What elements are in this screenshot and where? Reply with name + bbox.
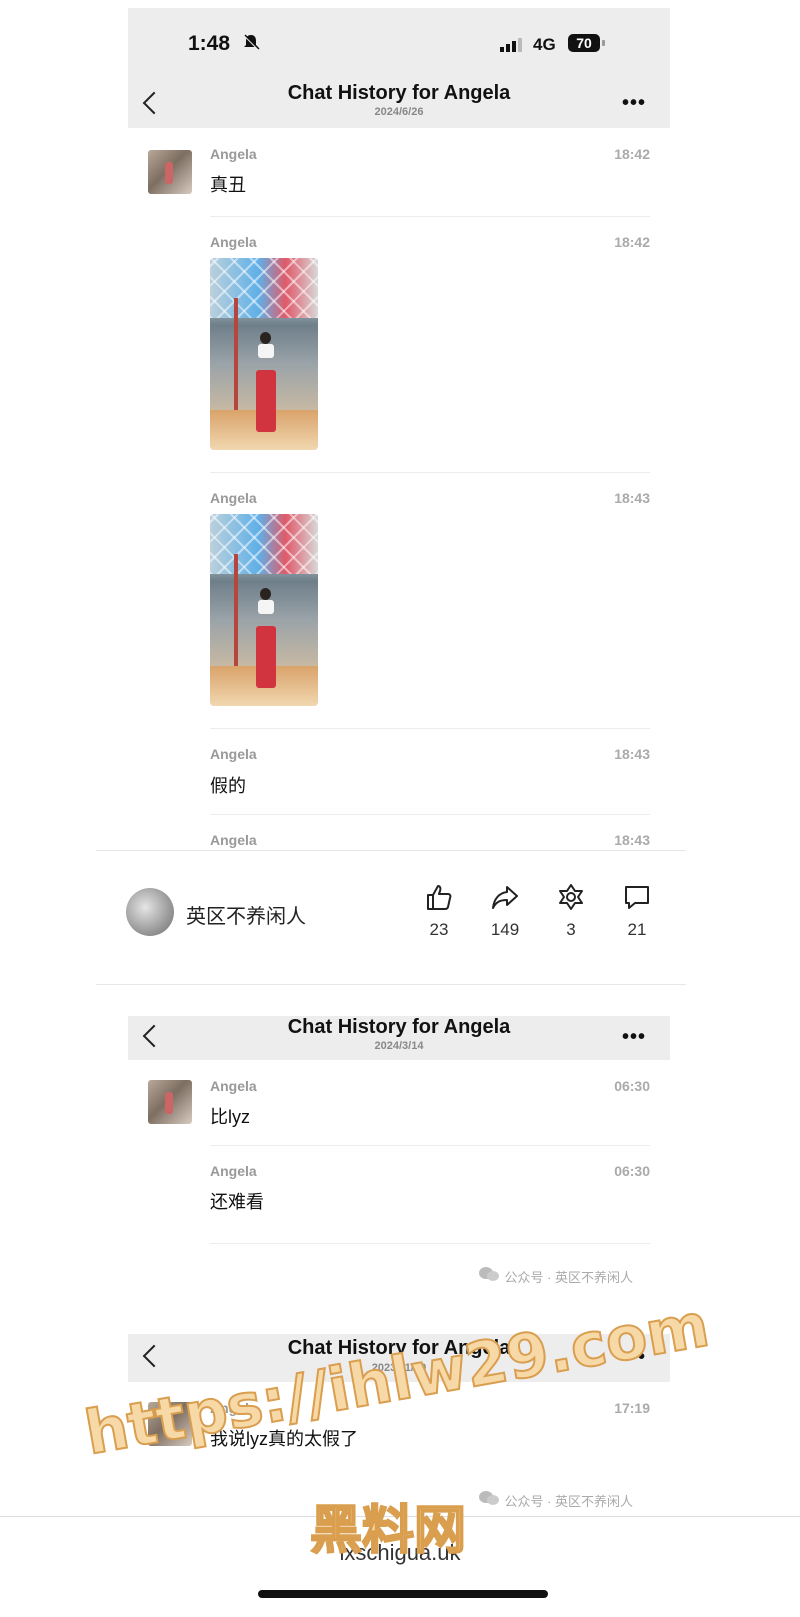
message-text: 真丑 <box>210 175 246 195</box>
divider <box>210 728 650 729</box>
divider <box>210 814 650 815</box>
battery-level: 70 <box>576 35 592 51</box>
wechat-icon <box>478 1490 500 1511</box>
message-sender: Angela <box>210 832 257 848</box>
source-watermark: 公众号 · 英区不养闲人 <box>478 1266 633 1287</box>
message-item: Angela 18:43 <box>128 474 670 730</box>
network-label: 4G <box>533 35 556 54</box>
message-sender: Angela <box>210 234 257 250</box>
share-arrow-icon <box>492 886 518 909</box>
comment-button[interactable]: 21 <box>612 882 662 940</box>
message-item: Angela 06:30 还难看 <box>128 1146 670 1246</box>
message-time: 18:43 <box>614 490 650 506</box>
message-text: 假的 <box>210 776 246 796</box>
divider <box>96 850 686 851</box>
avatar[interactable] <box>148 150 192 194</box>
chat-date: 2024/3/14 <box>374 1040 424 1052</box>
share-count: 149 <box>490 920 520 939</box>
message-sender: Angela <box>210 746 257 762</box>
chat-title: Chat History for Angela <box>287 1337 511 1359</box>
message-text: 我说lyz真的太假了 <box>210 1429 358 1449</box>
status-time: 1:48 <box>188 32 231 55</box>
message-time: 18:43 <box>614 746 650 762</box>
home-indicator[interactable] <box>258 1590 548 1598</box>
message-text: 还难看 <box>210 1192 264 1212</box>
message-photo[interactable] <box>210 258 318 450</box>
avatar[interactable] <box>148 1402 192 1446</box>
signal-icon <box>500 38 522 57</box>
chat-date: 2024/6/26 <box>374 106 424 118</box>
message-text: 比lyz <box>210 1107 250 1127</box>
like-count: 23 <box>429 920 449 939</box>
message-time: 06:30 <box>614 1163 650 1179</box>
message-item: Angela 18:43 假的 <box>128 730 670 816</box>
account-avatar[interactable] <box>126 888 174 936</box>
favorite-button[interactable]: 3 <box>546 882 596 940</box>
divider <box>210 472 650 473</box>
account-name[interactable]: 英区不养闲人 <box>186 900 306 929</box>
favorite-count: 3 <box>566 920 576 939</box>
message-time: 18:43 <box>614 832 650 848</box>
more-options-icon[interactable]: ••• <box>622 93 646 113</box>
message-item: Angela 17:19 我说lyz真的太假了 <box>128 1382 670 1472</box>
like-button[interactable]: 23 <box>414 882 464 940</box>
bell-muted-icon <box>242 33 260 56</box>
message-item: Angela 18:42 <box>128 218 670 474</box>
message-sender: Angela <box>210 490 257 506</box>
message-item: Angela 06:30 比lyz <box>128 1060 670 1146</box>
message-time: 18:42 <box>614 146 650 162</box>
message-time: 18:42 <box>614 234 650 250</box>
chat-date: 2023/11/19 <box>371 1362 427 1374</box>
thumbs-up-icon <box>427 885 452 910</box>
source-watermark: 公众号 · 英区不养闲人 <box>478 1490 633 1511</box>
star-hexagon-icon <box>559 884 583 910</box>
divider <box>210 1243 650 1244</box>
message-item: Angela 18:43 <box>128 816 670 852</box>
chat-title: Chat History for Angela <box>287 82 511 104</box>
avatar[interactable] <box>148 1080 192 1124</box>
message-sender: Angela <box>210 1163 257 1179</box>
chat-header-1: 1:48 4G 70 Chat History for Angela 2024/… <box>128 8 670 128</box>
message-sender: Angela <box>210 146 257 162</box>
message-sender: Angela <box>210 1400 257 1416</box>
source-watermark-text: 公众号 · 英区不养闲人 <box>504 1494 634 1509</box>
chat-title: Chat History for Angela <box>287 1016 511 1038</box>
chat-header-2: Chat History for Angela 2024/3/14 ••• <box>128 1016 670 1060</box>
message-photo[interactable] <box>210 514 318 706</box>
more-options-icon[interactable]: ••• <box>622 1347 646 1367</box>
battery-icon: 70 <box>568 34 600 52</box>
comment-bubble-icon <box>625 886 649 909</box>
comment-count: 21 <box>627 920 647 939</box>
post-action-bar: 英区不养闲人 23 149 3 21 <box>96 850 686 990</box>
more-options-icon[interactable]: ••• <box>622 1027 646 1047</box>
wechat-icon <box>478 1266 500 1287</box>
divider <box>210 216 650 217</box>
chat-header-3: Chat History for Angela 2023/11/19 ••• <box>128 1334 670 1382</box>
source-watermark-text: 公众号 · 英区不养闲人 <box>504 1270 634 1285</box>
message-item: Angela 18:42 真丑 <box>128 128 670 218</box>
footer-url[interactable]: lxschigua.uk <box>0 1540 800 1566</box>
message-time: 06:30 <box>614 1078 650 1094</box>
divider <box>0 1516 800 1517</box>
message-time: 17:19 <box>614 1400 650 1416</box>
message-sender: Angela <box>210 1078 257 1094</box>
share-button[interactable]: 149 <box>480 882 530 940</box>
divider <box>96 984 686 985</box>
battery-tip <box>602 40 605 46</box>
